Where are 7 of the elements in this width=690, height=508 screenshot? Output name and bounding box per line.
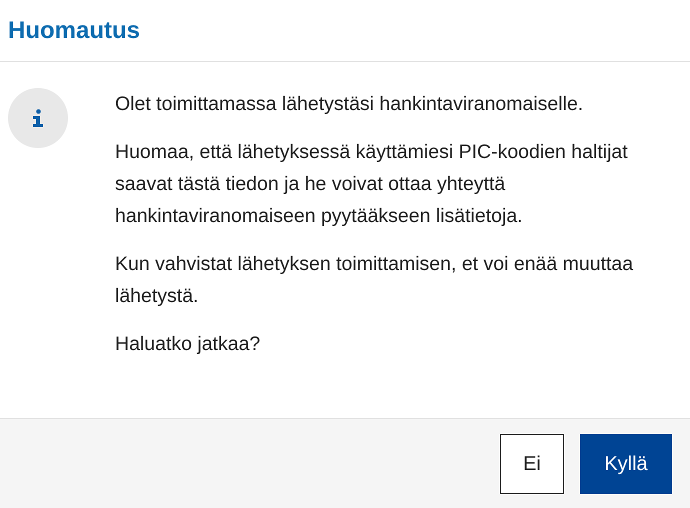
- message-text: Olet toimittamassa lähetystäsi hankintaviranomaiselle.: [115, 92, 584, 117]
- dialog-title: Huomautus: [8, 16, 140, 46]
- cancel-button[interactable]: Ei: [500, 434, 564, 494]
- message-text: Haluatko jatkaa?: [115, 332, 262, 357]
- confirm-button[interactable]: Kyllä: [580, 434, 672, 494]
- message-text: Kun vahvistat lähetyksen toimittamisen, et voi enää muuttaa lähetystä.: [115, 252, 634, 309]
- message-text: Huomaa, että lähetyksessä käyttämiesi PIC-koodien haltijat saavat tästä tiedon ja he voivat ottaa yhteyttä hankintaviranomaiseen pyytääkseen lisätietoja.: [115, 140, 629, 229]
